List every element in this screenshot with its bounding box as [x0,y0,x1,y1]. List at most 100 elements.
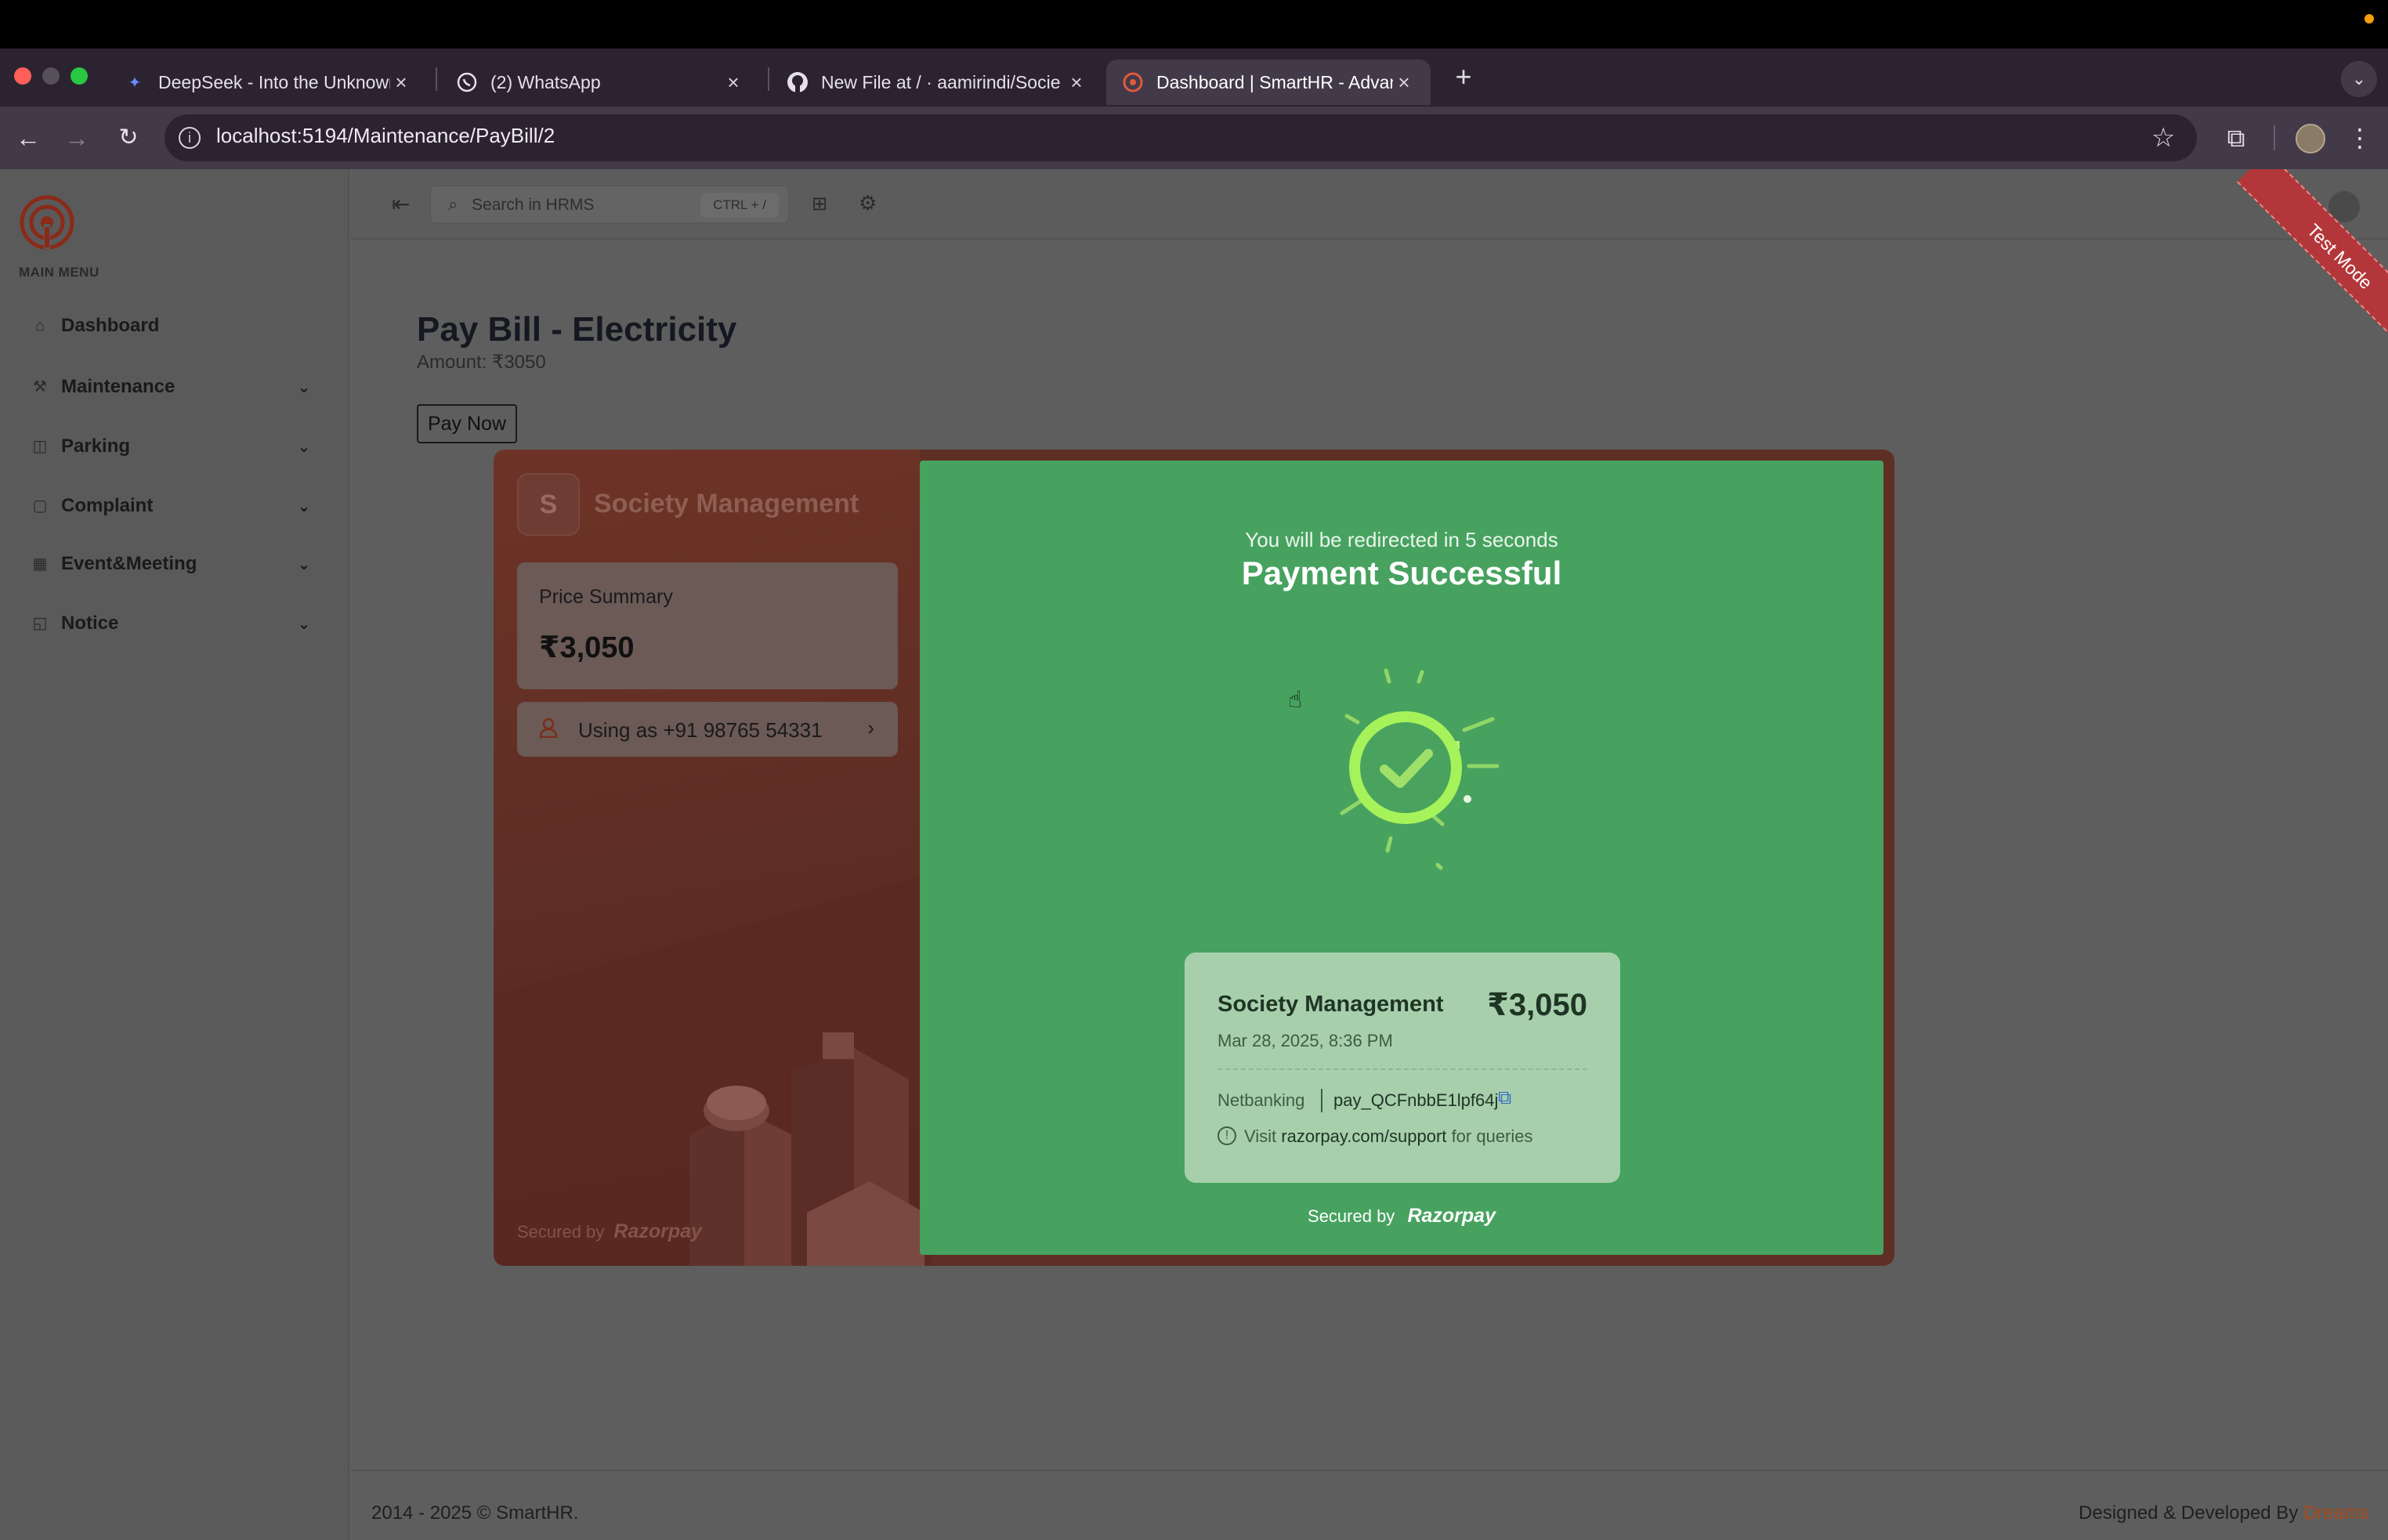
support-suffix: for queries [1451,1126,1533,1146]
maximize-window-button[interactable] [71,67,88,85]
calendar-icon: ▦ [32,555,48,573]
close-window-button[interactable] [14,67,31,85]
sidebar-item-label: Dashboard [61,315,160,336]
search-shortcut-badge: CTRL + / [700,193,779,218]
chevron-down-icon: ⌄ [297,615,311,633]
sidebar-item-label: Complaint [61,495,154,516]
payment-success-panel: You will be redirected in 5 seconds Paym… [920,461,1883,1255]
redirect-countdown: You will be redirected in 5 seconds [1245,528,1558,551]
payment-success-title: Payment Successful [1241,555,1562,591]
sidebar-item-maintenance[interactable]: ⚒ Maintenance ⌄ [31,368,313,406]
app-logo[interactable] [17,193,77,252]
extensions-puzzle-icon[interactable]: ⧉ [2220,122,2252,154]
minimize-window-button[interactable] [42,67,60,85]
tab-label: (2) WhatsApp [490,71,601,92]
contact-details-button[interactable]: Using as +91 98765 54331 › [517,702,898,757]
receipt-divider [1218,1068,1587,1070]
home-icon: ⌂ [34,317,45,334]
sidebar-item-parking[interactable]: ◫ Parking ⌄ [31,428,313,465]
building-illustration [689,1032,924,1266]
site-info-icon[interactable]: i [179,127,201,149]
support-line: Visit razorpay.com/support for queries [1244,1126,1533,1147]
browser-tab[interactable]: ✦ DeepSeek - Into the Unknown × [108,60,428,105]
tab-label: DeepSeek - Into the Unknown [158,71,390,92]
checkout-summary-panel: S Society Management Price Summary ₹3,05… [494,450,932,1266]
app-header: ⇤ ⌕ Search in HRMS CTRL + / ⊞ ⚙ [351,169,2388,240]
credit-text: Designed & Developed By Dreams [2079,1502,2369,1524]
secured-by-text: Secured by [517,1222,605,1242]
copy-icon[interactable]: ⧉ [1498,1087,1511,1109]
bill-amount: Amount: ₹3050 [417,352,546,373]
close-tab-icon[interactable]: × [1393,71,1415,93]
chevron-right-icon: › [867,716,874,739]
price-summary-card: Price Summary ₹3,050 [517,562,898,689]
sidebar-item-event-meeting[interactable]: ▦ Event&Meeting ⌄ [31,545,313,583]
credit-prefix: Designed & Developed By [2079,1502,2299,1524]
pay-now-button[interactable]: Pay Now [417,404,517,443]
forward-arrow-icon[interactable]: → [61,124,92,152]
bookmark-star-icon[interactable]: ☆ [2151,122,2175,154]
payment-receipt-card: Society Management ₹3,050 Mar 28, 2025, … [1185,953,1620,1183]
secured-by-text: Secured by [1308,1206,1395,1226]
settings-gear-icon[interactable]: ⚙ [859,191,877,215]
mouse-pointer-icon: ☝ [1288,687,1303,713]
contact-text: Using as +91 98765 54331 [578,718,823,742]
sidebar-item-complaint[interactable]: ▢ Complaint ⌄ [31,487,313,525]
copyright-text: 2014 - 2025 © SmartHR. [371,1502,579,1524]
razorpay-logo: Razorpay [613,1220,702,1242]
deepseek-icon: ✦ [128,74,142,92]
chevron-down-icon: ⌄ [297,497,311,515]
sidebar-item-dashboard[interactable]: ⌂ Dashboard [31,307,313,345]
receipt-date: Mar 28, 2025, 8:36 PM [1218,1031,1393,1050]
user-icon [539,718,558,743]
toolbar-divider [2274,125,2275,150]
tab-label: New File at / · aamirindi/Socie [821,71,1061,92]
back-arrow-icon[interactable]: ← [13,124,44,152]
browser-tab-active[interactable]: Dashboard | SmartHR - Advan × [1106,60,1431,105]
smarthr-icon [1122,71,1144,93]
search-icon: ⌕ [448,194,458,214]
search-placeholder: Search in HRMS [472,196,595,214]
support-prefix: Visit [1244,1126,1277,1146]
message-icon: ▢ [32,497,48,515]
sidebar-item-label: Maintenance [61,376,175,397]
close-tab-icon[interactable]: × [1066,71,1087,93]
profile-avatar[interactable] [2296,124,2325,154]
collapse-sidebar-icon[interactable]: ⇤ [392,191,410,217]
receipt-merchant: Society Management [1218,992,1444,1017]
test-mode-ribbon: Test Mode [2200,169,2388,357]
browser-tab[interactable]: (2) WhatsApp × [440,60,760,105]
info-icon: ! [1218,1126,1236,1145]
close-tab-icon[interactable]: × [722,71,744,93]
merchant-logo: S [517,473,580,536]
price-summary-label: Price Summary [539,586,673,608]
razorpay-logo: Razorpay [1407,1205,1496,1227]
note-icon: ◱ [32,615,48,632]
sidebar: MAIN MENU ⌂ Dashboard ⚒ Maintenance ⌄ ◫ … [0,169,349,1540]
recording-indicator [2364,14,2374,23]
new-tab-button[interactable]: + [1446,60,1481,94]
address-url[interactable]: localhost:5194/Maintenance/PayBill/2 [216,124,555,148]
system-top-bar [0,0,2388,49]
secured-by-badge: Secured by Razorpay [517,1220,702,1243]
chevron-down-icon: ⌄ [297,378,311,396]
tab-search-chevron-icon[interactable]: ⌄ [2341,61,2377,97]
apps-grid-icon[interactable]: ⊞ [812,193,827,215]
browser-tab[interactable]: New File at / · aamirindi/Socie × [771,60,1103,105]
sidebar-item-label: Parking [61,436,131,457]
more-vertical-icon[interactable]: ⋮ [2347,122,2372,154]
wrench-icon: ⚒ [33,378,47,396]
payment-id: pay_QCFnbbE1lpf64j [1333,1090,1499,1110]
sidebar-item-label: Event&Meeting [61,553,197,574]
tab-divider [768,67,769,91]
secured-by-badge: Secured by Razorpay [920,1205,1883,1227]
credit-brand-link[interactable]: Dreams [2303,1502,2369,1524]
chevron-down-icon: ⌄ [297,438,311,456]
sidebar-item-notice[interactable]: ◱ Notice ⌄ [31,605,313,642]
merchant-name: Society Management [594,489,859,519]
close-tab-icon[interactable]: × [390,71,412,93]
footer: 2014 - 2025 © SmartHR. Designed & Develo… [351,1470,2388,1540]
reload-icon[interactable]: ↻ [113,124,144,152]
payment-method: Netbanking [1218,1090,1305,1110]
support-link[interactable]: razorpay.com/support [1281,1126,1446,1146]
